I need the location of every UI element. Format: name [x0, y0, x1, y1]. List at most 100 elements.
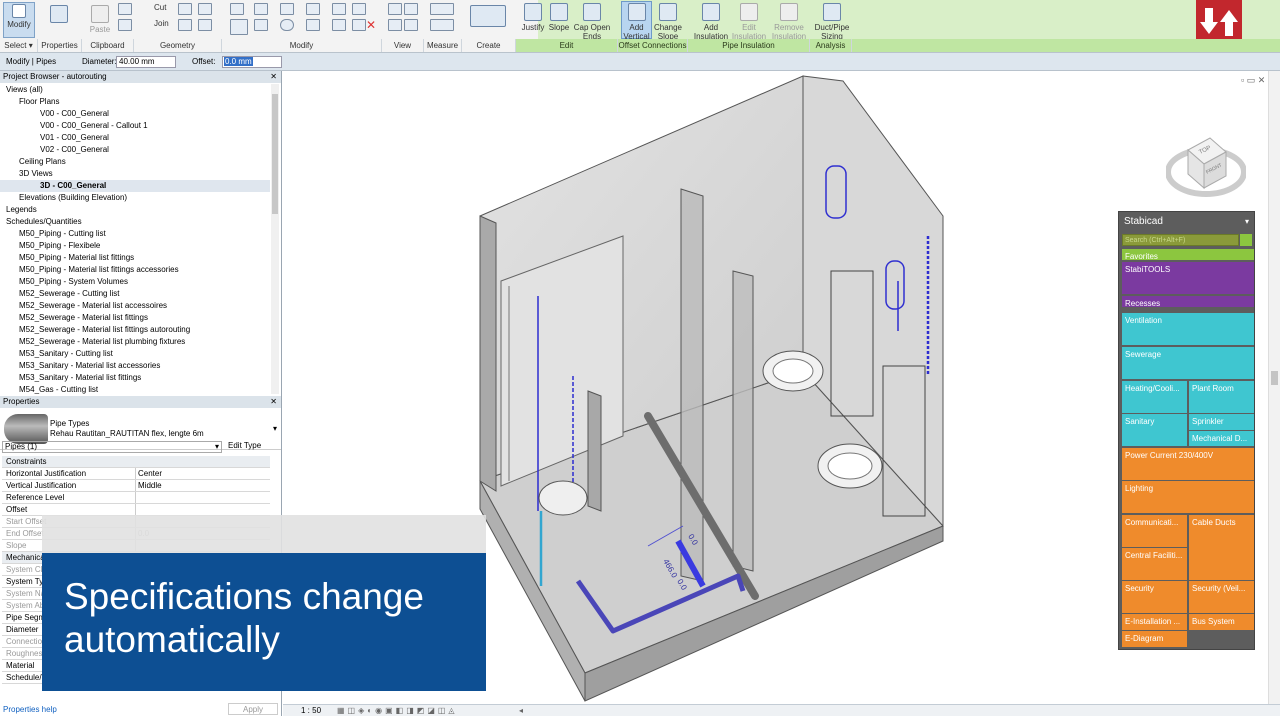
view-scale[interactable]: 1 : 50: [301, 705, 321, 717]
search-icon[interactable]: [1240, 234, 1252, 246]
tree-item[interactable]: Ceiling Plans: [0, 156, 270, 168]
tree-item[interactable]: M52_Sewerage - Material list fittings: [0, 312, 270, 324]
stabicad-tile[interactable]: Bus System: [1189, 614, 1254, 630]
tree-item[interactable]: 3D - C00_General: [0, 180, 270, 192]
slope-button[interactable]: Slope: [546, 2, 572, 32]
view-control-icons[interactable]: ▦◫◈◐◉▣◧◨◩◪◫◬: [337, 705, 458, 717]
pin-icon[interactable]: [352, 3, 366, 15]
align-icon[interactable]: [230, 3, 244, 15]
tree-item[interactable]: Views (all): [0, 84, 270, 96]
unpin-icon[interactable]: [352, 19, 366, 31]
tree-item[interactable]: Elevations (Building Elevation): [0, 192, 270, 204]
cut-button[interactable]: Cut: [138, 3, 168, 12]
scroll-left-icon[interactable]: ◂: [519, 705, 523, 717]
tree-item[interactable]: V02 - C00_General: [0, 144, 270, 156]
join-button[interactable]: Join: [138, 19, 169, 28]
property-row[interactable]: Reference Level: [2, 492, 270, 504]
stabicad-tile[interactable]: Power Current 230/400V: [1122, 448, 1254, 480]
property-category[interactable]: Constraints: [2, 456, 270, 468]
tree-item[interactable]: Schedules/Quantities: [0, 216, 270, 228]
tree-item[interactable]: M50_Piping - Material list fittings: [0, 252, 270, 264]
tree-item[interactable]: M52_Sewerage - Cutting list: [0, 288, 270, 300]
stabicad-search-input[interactable]: Search (Ctrl+Alt+F): [1122, 234, 1239, 246]
measure-icon[interactable]: [430, 3, 454, 15]
match-properties-icon[interactable]: [118, 19, 132, 31]
justify-button[interactable]: Justify: [518, 2, 548, 32]
stabicad-tile[interactable]: Heating/Cooli...: [1122, 381, 1187, 413]
viewport-scrollbar[interactable]: [1268, 71, 1280, 704]
stabicad-tile[interactable]: Central Faciliti...: [1122, 548, 1187, 580]
property-row[interactable]: Horizontal Justification Center: [2, 468, 270, 480]
diameter-field[interactable]: 40.00 mm: [116, 56, 176, 68]
view-tool-2-icon[interactable]: [388, 19, 402, 31]
tree-item[interactable]: M50_Piping - System Volumes: [0, 276, 270, 288]
tree-item[interactable]: M50_Piping - Material list fittings acce…: [0, 264, 270, 276]
add-vertical-button[interactable]: Add Vertical: [621, 1, 652, 41]
edit-insulation-button[interactable]: Edit Insulation: [730, 2, 768, 41]
tree-item[interactable]: M53_Sanitary - Material list accessories: [0, 360, 270, 372]
view-tool-4-icon[interactable]: [404, 19, 418, 31]
viewport-window-controls[interactable]: ▫ ▭ ✕: [1241, 75, 1265, 86]
project-browser-scrollbar[interactable]: [271, 84, 279, 394]
stabicad-tile[interactable]: Sewerage: [1122, 347, 1254, 379]
properties-button[interactable]: [43, 4, 75, 34]
stabicad-tile[interactable]: E-Diagram: [1122, 631, 1187, 647]
stabicad-tile[interactable]: Favorites: [1122, 249, 1254, 260]
trim-icon[interactable]: [306, 3, 320, 15]
geometry-tool-4-icon[interactable]: [198, 19, 212, 31]
geometry-tool-3-icon[interactable]: [198, 3, 212, 15]
tree-item[interactable]: M52_Sewerage - Material list fittings au…: [0, 324, 270, 336]
property-row[interactable]: Vertical Justification Middle: [2, 480, 270, 492]
instance-filter-dropdown[interactable]: Pipes (1) ▾: [2, 441, 222, 453]
stabicad-tile[interactable]: StabiTOOLS: [1122, 262, 1254, 294]
copy-icon[interactable]: [118, 3, 132, 15]
stabicad-tile[interactable]: Communicati...: [1122, 515, 1187, 547]
stabicad-tile[interactable]: Security: [1122, 581, 1187, 613]
offset-field[interactable]: 0.0 mm: [222, 56, 282, 68]
scale-icon[interactable]: [332, 19, 346, 31]
view-cube[interactable]: TOP FRONT: [1165, 122, 1247, 202]
tree-item[interactable]: M50_Piping - Cutting list: [0, 228, 270, 240]
array-icon[interactable]: [332, 3, 346, 15]
chevron-down-icon[interactable]: ▾: [1245, 212, 1249, 231]
stabicad-tile[interactable]: Sprinkler: [1189, 414, 1254, 430]
stabicad-tile[interactable]: Lighting: [1122, 481, 1254, 513]
tree-item[interactable]: V01 - C00_General: [0, 132, 270, 144]
modify-button[interactable]: Modify: [3, 2, 35, 38]
stabicad-tile[interactable]: Recesses: [1122, 296, 1254, 307]
create-button[interactable]: [466, 4, 510, 29]
dimension-icon[interactable]: [430, 19, 454, 31]
geometry-tool-1-icon[interactable]: [178, 3, 192, 15]
apply-button[interactable]: Apply: [228, 703, 278, 715]
tree-item[interactable]: V00 - C00_General - Callout 1: [0, 120, 270, 132]
paste-button[interactable]: Paste: [88, 4, 112, 34]
view-tool-3-icon[interactable]: [404, 3, 418, 15]
move-icon[interactable]: [230, 19, 248, 35]
duct-pipe-sizing-button[interactable]: Duct/Pipe Sizing: [812, 2, 852, 41]
select-dropdown[interactable]: Select ▾: [0, 39, 38, 52]
rotate-icon[interactable]: [280, 19, 294, 31]
stabicad-tile[interactable]: Ventilation: [1122, 313, 1254, 345]
close-icon[interactable]: ✕: [270, 71, 277, 83]
stabicad-tile[interactable]: Sanitary: [1122, 414, 1187, 446]
copy-tool-icon[interactable]: [254, 19, 268, 31]
cap-open-ends-button[interactable]: Cap Open Ends: [572, 2, 612, 41]
tree-item[interactable]: M52_Sewerage - Material list accessoires: [0, 300, 270, 312]
delete-icon[interactable]: ✕: [366, 19, 380, 31]
tree-item[interactable]: Legends: [0, 204, 270, 216]
edit-type-button[interactable]: Edit Type: [228, 441, 261, 450]
mirror-icon[interactable]: [280, 3, 294, 15]
stabicad-tile[interactable]: Mechanical D...: [1189, 431, 1254, 446]
tree-item[interactable]: Floor Plans: [0, 96, 270, 108]
stabicad-tile[interactable]: Cable Ducts: [1189, 515, 1254, 580]
stabicad-tile[interactable]: E-Installation ...: [1122, 614, 1187, 630]
tree-item[interactable]: M54_Gas - Cutting list: [0, 384, 270, 396]
tree-item[interactable]: M50_Piping - Flexibele: [0, 240, 270, 252]
tree-item[interactable]: M53_Sanitary - Material list fittings: [0, 372, 270, 384]
add-insulation-button[interactable]: Add Insulation: [692, 2, 730, 41]
stabicad-tile[interactable]: Plant Room: [1189, 381, 1254, 413]
tree-item[interactable]: M53_Sanitary - Cutting list: [0, 348, 270, 360]
tree-item[interactable]: 3D Views: [0, 168, 270, 180]
tree-item[interactable]: M52_Sewerage - Material list plumbing fi…: [0, 336, 270, 348]
offset-icon[interactable]: [254, 3, 268, 15]
